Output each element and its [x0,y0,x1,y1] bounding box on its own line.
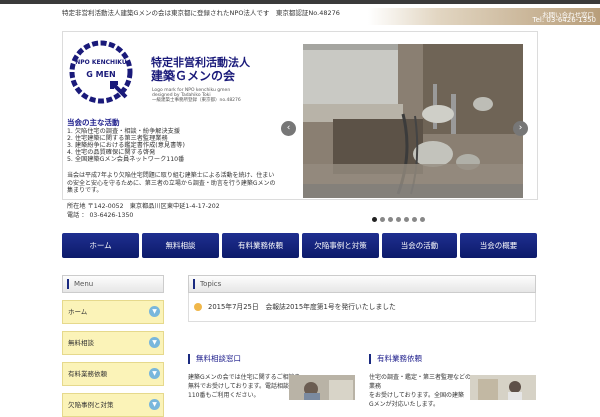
slider-dot[interactable] [396,217,401,222]
image-slider[interactable]: ‹ › [281,41,531,198]
slider-dots [372,207,428,222]
activity-item: 2. 住宅建築に関する第三者監理業務 [67,135,168,142]
chevron-down-icon: ▼ [149,306,160,317]
slider-dot[interactable] [404,217,409,222]
menu-item-defect-cases[interactable]: 欠陥事例と対策 ▼ [62,393,164,417]
contact-banner[interactable]: お問い合わせ窓口 Tel: 03-6426-1350 [368,8,600,25]
header-tagline: 特定非営利活動法人建築Gメンの会は東京都に登録されたNPO法人です 東京都認証N… [62,9,340,17]
column-heading-text: 有料業務依頼 [377,354,422,363]
slider-dot[interactable] [412,217,417,222]
bullet-icon [194,303,202,311]
activity-item: 5. 全国建築Gメン会員ネットワーク110番 [67,156,185,163]
header-panel: NPO KENCHIKU G MEN 特定非営利活動法人 建築Ｇメンの会 Log… [62,31,538,219]
menu-item-label: 無料相談 [68,339,94,347]
menu-item-home[interactable]: ホーム ▼ [62,300,164,324]
nav-home[interactable]: ホーム [62,233,139,258]
menu-header: Menu [62,275,164,293]
main-nav: ホーム 無料相談 有料業務依頼 欠陥事例と対策 当会の活動 当会の概要 [62,233,537,259]
column-heading-paid-request: 有料業務依頼 [369,353,422,364]
consult-photo [289,375,355,400]
slider-dot[interactable] [388,217,393,222]
column-heading-free-consult: 無料相談窓口 [188,353,241,364]
menu-item-free-consult[interactable]: 無料相談 ▼ [62,331,164,355]
column-heading-text: 無料相談窓口 [196,354,241,363]
topics-header: Topics [188,275,536,293]
org-name-line-2: 建築Ｇメンの会 [151,69,236,83]
column-text-line: Gメンが対応いたします。 [369,401,440,408]
chevron-down-icon: ▼ [149,337,160,348]
menu-item-label: 有料業務依頼 [68,370,107,378]
activity-item: 3. 建築紛争における鑑定書作成(意見書等) [67,142,185,149]
slider-dot[interactable] [372,217,377,222]
topics-box: Topics 2015年7月25日 会報誌2015年度第1号を発行いたしました [188,275,536,325]
request-photo [470,375,536,400]
top-bar [0,0,600,4]
slider-dot[interactable] [420,217,425,222]
nav-about[interactable]: 当会の概要 [460,233,537,258]
logo-note-3: 一級建築士事務所登録（東京都）no.48276 [152,98,241,103]
slider-next-button[interactable]: › [513,121,528,136]
nav-free-consult[interactable]: 無料相談 [142,233,219,258]
activities-list: 1. 欠陥住宅の調査・相談・紛争解決支援 2. 住宅建築に関する第三者監理業務 … [67,128,185,163]
nav-paid-request[interactable]: 有料業務依頼 [222,233,299,258]
about-paragraph: 当会は平成7年より欠陥住宅問題に取り組む建築士による活動を続け、住まいの安全と安… [67,172,276,194]
menu-item-paid-request[interactable]: 有料業務依頼 ▼ [62,362,164,386]
phone-line: 電話 ： 03-6426-1350 [67,211,134,219]
menu-title: Menu [74,280,94,288]
menu-item-label: 欠陥事例と対策 [68,401,114,409]
column-text-line: をお受けしております。全国の建築 [369,392,465,399]
activity-item: 1. 欠陥住宅の調査・相談・紛争解決支援 [67,128,181,135]
slider-prev-button[interactable]: ‹ [281,121,296,136]
side-menu: Menu ホーム ▼ 無料相談 ▼ 有料業務依頼 ▼ 欠陥事例と対策 ▼ [62,275,164,417]
menu-item-label: ホーム [68,308,88,316]
topic-text[interactable]: 2015年7月25日 会報誌2015年度第1号を発行いたしました [208,293,396,321]
slider-dot[interactable] [380,217,385,222]
contact-phone[interactable]: Tel: 03-6426-1350 [532,16,596,24]
topics-title: Topics [200,280,222,288]
column-text-paid-request: 住宅の調査・鑑定・第三者監理などの業務 をお受けしております。全国の建築 Gメン… [369,373,475,409]
org-logo-icon[interactable]: NPO KENCHIKU G MEN [68,39,134,105]
slide-caption-bar [303,184,523,198]
address-line: 所在地 〒142-0052 東京都品川区東中延1-4-17-202 [67,203,220,210]
logo-note: Logo mark for NPO kenchiku gmen designed… [152,88,241,103]
topic-item[interactable]: 2015年7月25日 会報誌2015年度第1号を発行いたしました [188,293,536,322]
nav-activities[interactable]: 当会の活動 [382,233,457,258]
activities-heading: 当会の主な活動 [67,118,120,127]
logo-ring-text: NPO KENCHIKU [75,59,127,66]
chevron-down-icon: ▼ [149,368,160,379]
slide-photo[interactable] [303,44,523,198]
address-block: 所在地 〒142-0052 東京都品川区東中延1-4-17-202 電話 ： 0… [67,203,220,220]
logo-center-text: G MEN [86,70,115,79]
activity-item: 4. 住宅の品質確保に関する啓発 [67,149,156,156]
nav-defect-cases[interactable]: 欠陥事例と対策 [302,233,379,258]
chevron-down-icon: ▼ [149,399,160,410]
column-text-line: 住宅の調査・鑑定・第三者監理などの業務 [369,374,472,390]
